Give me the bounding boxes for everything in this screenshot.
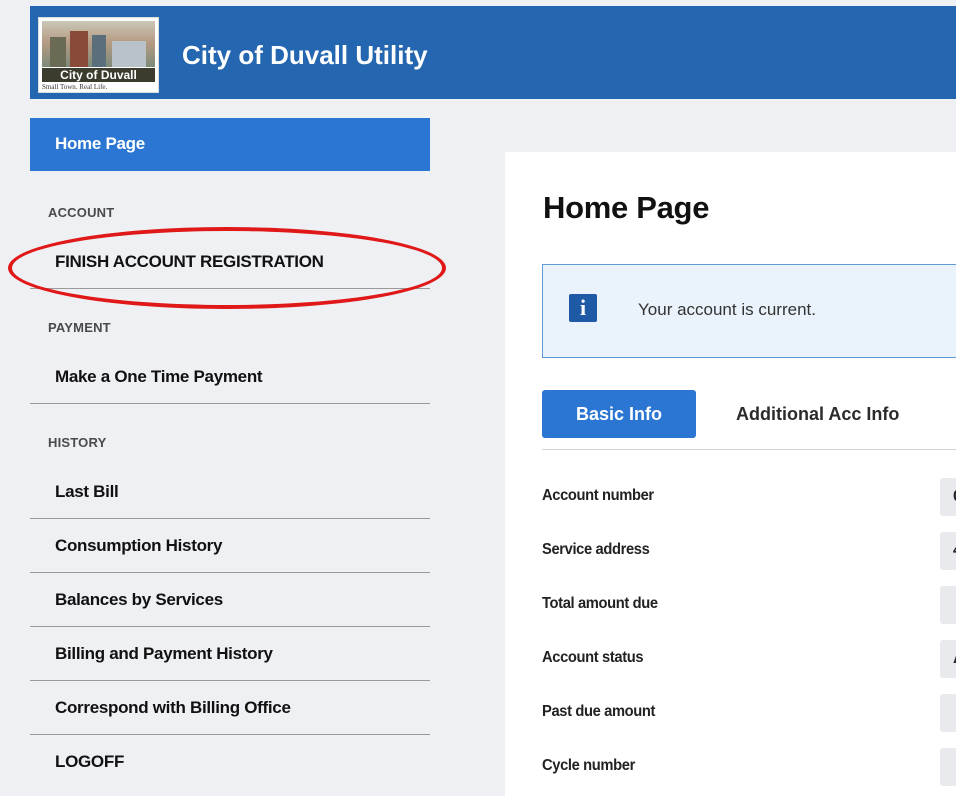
sidebar-item-one-time-payment[interactable]: Make a One Time Payment [55,367,263,387]
field-label-past-due-amount: Past due amount [542,703,656,720]
field-value-total-amount-due [940,586,956,624]
alert-message: Your account is current. [638,300,816,319]
app-title: City of Duvall Utility [182,40,428,70]
section-history: HISTORY [48,435,107,450]
info-icon: i [569,294,597,322]
tabs-divider [542,449,956,450]
field-value-account-status: A [940,640,956,678]
app-header: City of Duvall Small Town. Real Life. Ci… [30,6,956,99]
section-payment: PAYMENT [48,320,111,335]
page-title: Home Page [543,190,710,225]
divider [30,680,430,681]
divider [30,403,430,404]
sidebar-item-correspond-billing-office[interactable]: Correspond with Billing Office [55,698,291,718]
field-label-cycle-number: Cycle number [542,757,635,774]
logo-text: City of Duvall [42,68,155,82]
field-value-service-address: 4 [940,532,956,570]
divider [30,518,430,519]
tab-additional-acc-info[interactable]: Additional Acc Info [736,390,899,438]
divider [30,626,430,627]
app-page: City of Duvall Small Town. Real Life. Ci… [0,0,956,796]
sidebar-item-logoff[interactable]: LOGOFF [55,752,124,772]
city-logo[interactable]: City of Duvall Small Town. Real Life. [38,17,159,93]
field-label-service-address: Service address [542,541,650,558]
tab-basic-info[interactable]: Basic Info [542,390,696,438]
account-status-alert: i Your account is current. [542,264,956,358]
sidebar-item-last-bill[interactable]: Last Bill [55,482,119,502]
field-value-past-due-amount [940,694,956,732]
field-label-account-status: Account status [542,649,644,666]
field-value-account-number: 0 [940,478,956,516]
main-panel: Home Page i Your account is current. Bas… [505,152,956,796]
field-label-account-number: Account number [542,487,654,504]
field-label-total-amount-due: Total amount due [542,595,658,612]
divider [30,734,430,735]
divider [30,572,430,573]
annotation-highlight-ellipse [8,227,446,309]
sidebar-item-consumption-history[interactable]: Consumption History [55,536,222,556]
sidebar-item-home[interactable]: Home Page [30,118,430,171]
section-account: ACCOUNT [48,205,115,220]
logo-image [42,21,155,67]
sidebar-item-billing-payment-history[interactable]: Billing and Payment History [55,644,273,664]
logo-tagline: Small Town. Real Life. [42,83,108,91]
sidebar-item-balances-by-services[interactable]: Balances by Services [55,590,223,610]
field-value-cycle-number [940,748,956,786]
